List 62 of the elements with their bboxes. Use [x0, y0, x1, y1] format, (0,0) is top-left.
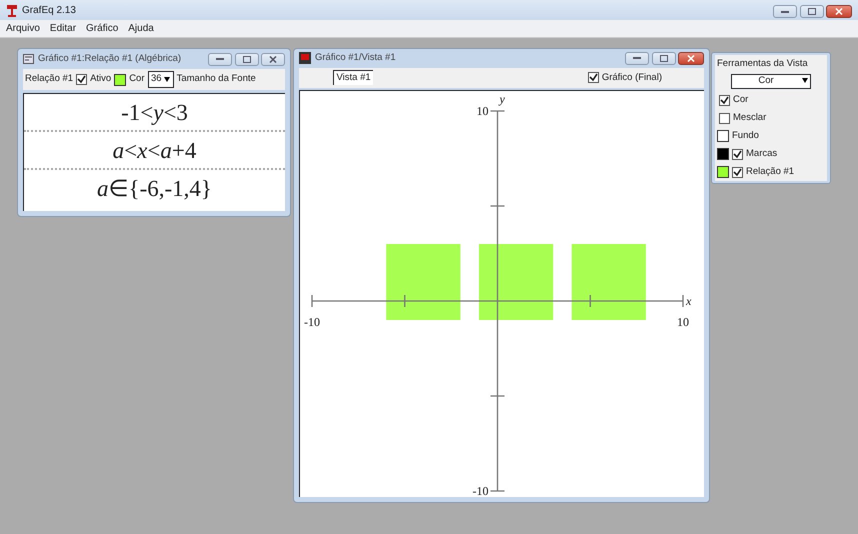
- checkbox[interactable]: [719, 112, 730, 124]
- menu-item[interactable]: Ajuda: [128, 21, 154, 36]
- window-title: Gráfico #1/Vista #1: [315, 51, 397, 66]
- close-icon: [835, 8, 843, 15]
- close-icon: [269, 56, 277, 62]
- checkbox[interactable]: [732, 166, 743, 178]
- color-swatch[interactable]: [114, 74, 126, 86]
- close-icon: [687, 54, 695, 62]
- option-label: Relação #1: [746, 165, 794, 180]
- caret-icon: [800, 78, 810, 84]
- view-name-field[interactable]: Vista #1: [333, 70, 374, 86]
- app-icon: [6, 4, 18, 16]
- window-icon: [23, 54, 34, 64]
- minimize-button[interactable]: [208, 52, 232, 66]
- option-label: Cor: [733, 93, 748, 108]
- checkbox[interactable]: [588, 72, 599, 84]
- close-button[interactable]: [678, 52, 704, 65]
- window-icon: [299, 52, 311, 64]
- menu-item[interactable]: Arquivo: [6, 21, 40, 36]
- option-label: Fundo: [732, 129, 759, 144]
- equation[interactable]: -1<y<3: [24, 94, 285, 130]
- equation[interactable]: a<x<a+4: [24, 132, 285, 168]
- tick-label: 10: [476, 104, 488, 118]
- menu-item[interactable]: Gráfico: [86, 21, 118, 36]
- axis-label: x: [686, 294, 692, 308]
- caret-icon: [164, 77, 170, 82]
- relation-label: Relação #1: [25, 72, 74, 86]
- maximize-icon: [808, 8, 816, 15]
- checkbox[interactable]: [76, 74, 88, 85]
- tick-label: 10: [677, 315, 689, 329]
- axis-label: y: [500, 92, 505, 106]
- maximize-icon: [660, 54, 668, 62]
- color-swatch[interactable]: [717, 148, 729, 160]
- mode-dropdown[interactable]: Cor: [731, 74, 811, 89]
- maximize-button[interactable]: [652, 52, 676, 65]
- option-label: Marcas: [746, 147, 778, 162]
- maximize-icon: [242, 56, 250, 62]
- maximize-button[interactable]: [234, 52, 258, 66]
- panel-title: Ferramentas da Vista: [717, 57, 809, 71]
- minimize-button[interactable]: [625, 52, 649, 65]
- checkbox[interactable]: [719, 94, 730, 106]
- tick-label: -10: [304, 315, 320, 329]
- color-swatch[interactable]: [717, 166, 729, 178]
- maximize-button[interactable]: [800, 5, 824, 18]
- color-label: Cor: [129, 72, 144, 86]
- final-graph-label: Gráfico (Final): [602, 70, 662, 85]
- font-size-dropdown[interactable]: 36: [148, 71, 174, 88]
- window-title: GrafEq 2.13: [22, 4, 76, 18]
- minimize-button[interactable]: [773, 5, 797, 18]
- tick-label: -10: [472, 484, 488, 497]
- equation[interactable]: a∈{-6,-1,4}: [24, 170, 285, 206]
- active-label: Ativo: [90, 72, 112, 86]
- close-button[interactable]: [261, 52, 285, 66]
- font-size-label: Tamanho da Fonte: [176, 72, 256, 86]
- window-title: Gráfico #1:Relação #1 (Algébrica): [38, 52, 182, 66]
- color-swatch[interactable]: [717, 130, 729, 142]
- minimize-icon: [216, 57, 224, 61]
- menu-item[interactable]: Editar: [50, 21, 76, 36]
- checkbox[interactable]: [732, 148, 743, 160]
- close-button[interactable]: [826, 5, 852, 18]
- minimize-icon: [781, 10, 789, 14]
- option-label: Mesclar: [733, 111, 766, 126]
